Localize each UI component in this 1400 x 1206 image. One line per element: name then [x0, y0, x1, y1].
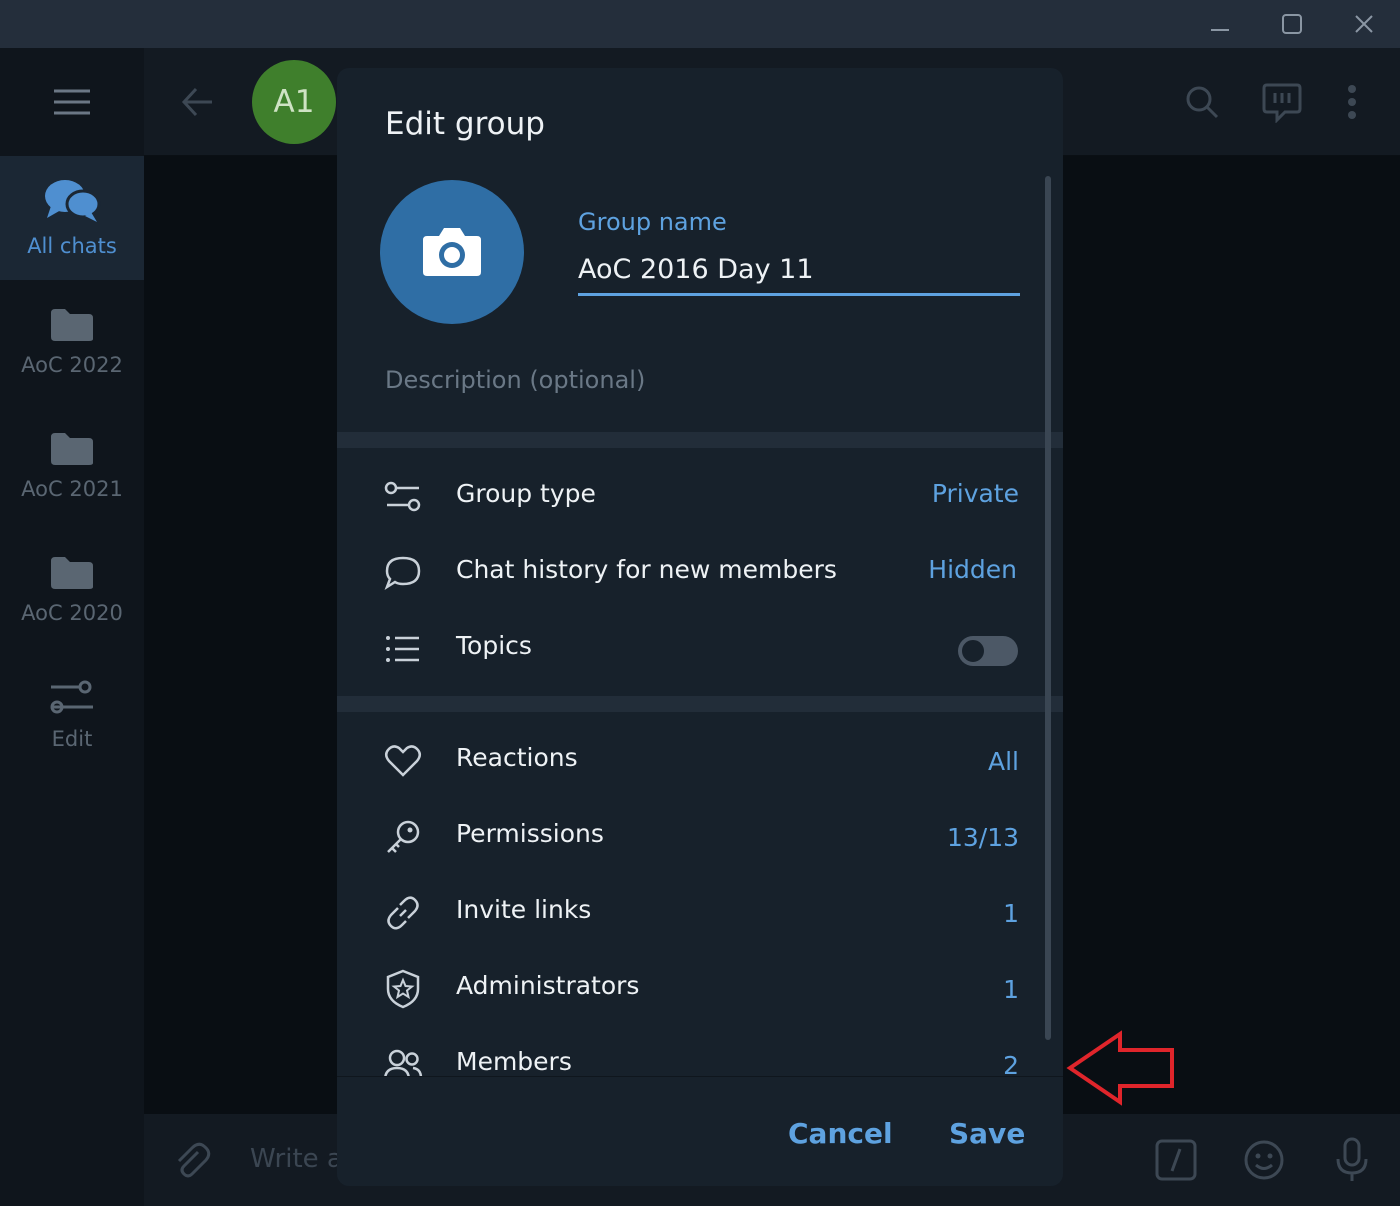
topics-toggle[interactable] — [958, 636, 1018, 666]
back-arrow-icon — [181, 87, 212, 117]
toggle-knob — [959, 637, 987, 665]
commands-button[interactable] — [1154, 1138, 1198, 1182]
attach-button[interactable] — [170, 1138, 214, 1182]
row-value: 1 — [1003, 899, 1019, 928]
row-label: Chat history for new members — [456, 555, 837, 584]
folder-label: All chats — [27, 234, 117, 258]
folder-icon — [51, 309, 93, 341]
group-name-label: Group name — [578, 208, 727, 236]
folder-edit[interactable]: Edit — [0, 652, 144, 776]
folder-aoc-2020[interactable]: AoC 2020 — [0, 528, 144, 652]
folder-sidebar: All chats AoC 2022 AoC 2021 AoC 2020 Edi… — [0, 48, 144, 1206]
row-label: Reactions — [456, 743, 578, 772]
row-permissions[interactable]: Permissions 13/13 — [337, 799, 1037, 875]
folder-aoc-2021[interactable]: AoC 2021 — [0, 404, 144, 528]
search-icon — [1186, 86, 1219, 119]
maximize-button[interactable] — [1256, 0, 1328, 48]
save-button[interactable]: Save — [949, 1117, 1025, 1150]
voice-button[interactable] — [1330, 1136, 1374, 1184]
microphone-icon — [1336, 1137, 1368, 1181]
row-label: Group type — [456, 479, 596, 508]
main-menu-button[interactable] — [0, 48, 144, 156]
link-icon — [383, 893, 423, 933]
message-input-placeholder[interactable]: Write a — [250, 1144, 343, 1174]
discussion-button[interactable] — [1260, 80, 1304, 124]
row-label: Invite links — [456, 895, 592, 924]
row-label: Permissions — [456, 819, 604, 848]
row-label: Topics — [456, 631, 532, 660]
cancel-button[interactable]: Cancel — [788, 1117, 893, 1150]
minimize-button[interactable] — [1184, 0, 1256, 48]
shield-star-icon — [383, 969, 423, 1009]
row-topics[interactable]: Topics — [337, 611, 1037, 687]
row-chat-history[interactable]: Chat history for new members Hidden — [337, 535, 1037, 611]
row-group-type[interactable]: Group type Private — [337, 459, 1037, 535]
emoji-button[interactable] — [1242, 1138, 1286, 1182]
folder-aoc-2022[interactable]: AoC 2022 — [0, 280, 144, 404]
slash-command-icon — [1155, 1139, 1197, 1181]
settings-toggle-icon — [383, 477, 423, 517]
group-name-input[interactable] — [578, 246, 1020, 296]
folder-label: Edit — [51, 727, 93, 751]
sliders-icon — [50, 680, 93, 714]
maximize-icon — [1282, 14, 1302, 34]
minimize-icon — [1211, 29, 1229, 31]
folder-icon — [51, 433, 93, 465]
row-invite-links[interactable]: Invite links 1 — [337, 875, 1037, 951]
camera-icon — [423, 228, 481, 276]
hamburger-icon — [54, 89, 90, 115]
chat-avatar[interactable]: A1 — [252, 60, 336, 144]
dialog-title: Edit group — [385, 106, 545, 142]
chat-bubble-icon — [383, 553, 423, 593]
annotation-arrow-icon — [1066, 1030, 1174, 1106]
section-divider — [337, 696, 1063, 712]
paperclip-icon — [177, 1142, 211, 1178]
window-titlebar — [0, 0, 1400, 48]
back-button[interactable] — [178, 82, 218, 122]
close-window-button[interactable] — [1328, 0, 1400, 48]
key-icon — [383, 817, 423, 857]
folder-icon — [51, 557, 93, 589]
section-divider — [337, 432, 1063, 448]
row-administrators[interactable]: Administrators 1 — [337, 951, 1037, 1027]
folder-all-chats[interactable]: All chats — [0, 156, 144, 280]
row-label: Members — [456, 1047, 572, 1076]
row-value: Private — [931, 479, 1019, 508]
row-value: All — [988, 747, 1019, 776]
row-value: 1 — [1003, 975, 1019, 1004]
row-reactions[interactable]: Reactions All — [337, 723, 1037, 799]
list-icon — [383, 629, 423, 669]
search-button[interactable] — [1182, 82, 1222, 122]
folder-label: AoC 2022 — [21, 353, 123, 377]
row-value: 13/13 — [946, 823, 1019, 852]
dialog-scrollbar[interactable] — [1045, 176, 1051, 1040]
set-group-photo-button[interactable] — [380, 180, 524, 324]
heart-icon — [383, 741, 423, 781]
description-input[interactable] — [385, 360, 1015, 400]
folder-label: AoC 2021 — [21, 477, 123, 501]
discussion-icon — [1262, 83, 1302, 123]
more-button[interactable] — [1336, 80, 1368, 124]
row-label: Administrators — [456, 971, 640, 1000]
smile-icon — [1244, 1140, 1284, 1180]
edit-group-dialog: Edit group Group name Group type Private… — [337, 68, 1063, 1186]
chat-bubbles-icon — [45, 180, 101, 222]
row-value: Hidden — [928, 555, 1017, 584]
folder-label: AoC 2020 — [21, 601, 123, 625]
close-icon — [1355, 15, 1373, 33]
more-vertical-icon — [1348, 85, 1356, 119]
dialog-footer: Cancel Save — [337, 1076, 1063, 1186]
